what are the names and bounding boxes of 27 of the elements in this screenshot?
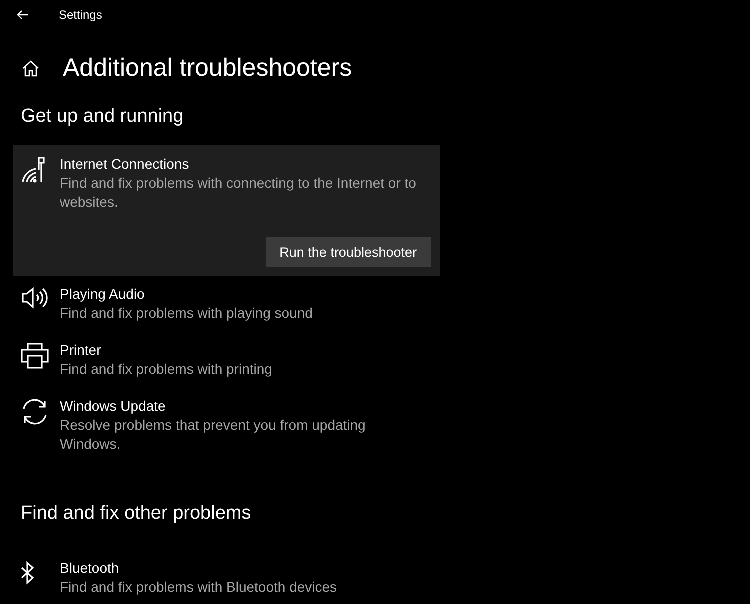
window-title: Settings xyxy=(59,8,102,22)
run-troubleshooter-button[interactable]: Run the troubleshooter xyxy=(266,237,431,267)
section-heading: Get up and running xyxy=(21,106,185,128)
item-title: Printer xyxy=(60,341,102,360)
item-title: Windows Update xyxy=(60,397,167,416)
section-heading: Find and fix other problems xyxy=(21,503,252,525)
home-icon[interactable] xyxy=(22,60,40,76)
item-title: Bluetooth xyxy=(60,559,120,578)
item-description: Find and fix problems with playing sound xyxy=(60,304,314,323)
item-description: Resolve problems that prevent you from updating Windows. xyxy=(60,416,367,454)
bluetooth-icon xyxy=(21,561,35,585)
printer-icon xyxy=(21,343,49,369)
back-icon[interactable] xyxy=(17,10,29,20)
page-title: Additional troubleshooters xyxy=(63,54,352,82)
item-title: Internet Connections xyxy=(60,155,190,174)
wifi-icon xyxy=(21,157,45,183)
troubleshooter-item[interactable]: Internet Connections Find and fix problems with connecting to the Internet or to websites. Run the troubleshooter xyxy=(13,145,440,276)
refresh-icon xyxy=(21,399,49,425)
item-title: Playing Audio xyxy=(60,285,146,304)
speaker-icon xyxy=(21,287,51,309)
troubleshooter-item[interactable]: Printer Find and fix problems with printing xyxy=(13,332,440,388)
item-description: Find and fix problems with Bluetooth devices xyxy=(60,578,338,597)
item-description: Find and fix problems with printing xyxy=(60,360,274,379)
troubleshooter-item[interactable]: Windows Update Resolve problems that prevent you from updating Windows. xyxy=(13,388,440,463)
item-description: Find and fix problems with connecting to the Internet or to websites. xyxy=(60,174,418,212)
troubleshooter-item[interactable]: Playing Audio Find and fix problems with playing sound xyxy=(13,276,440,332)
troubleshooter-item[interactable]: Bluetooth Find and fix problems with Bluetooth devices xyxy=(13,550,440,604)
